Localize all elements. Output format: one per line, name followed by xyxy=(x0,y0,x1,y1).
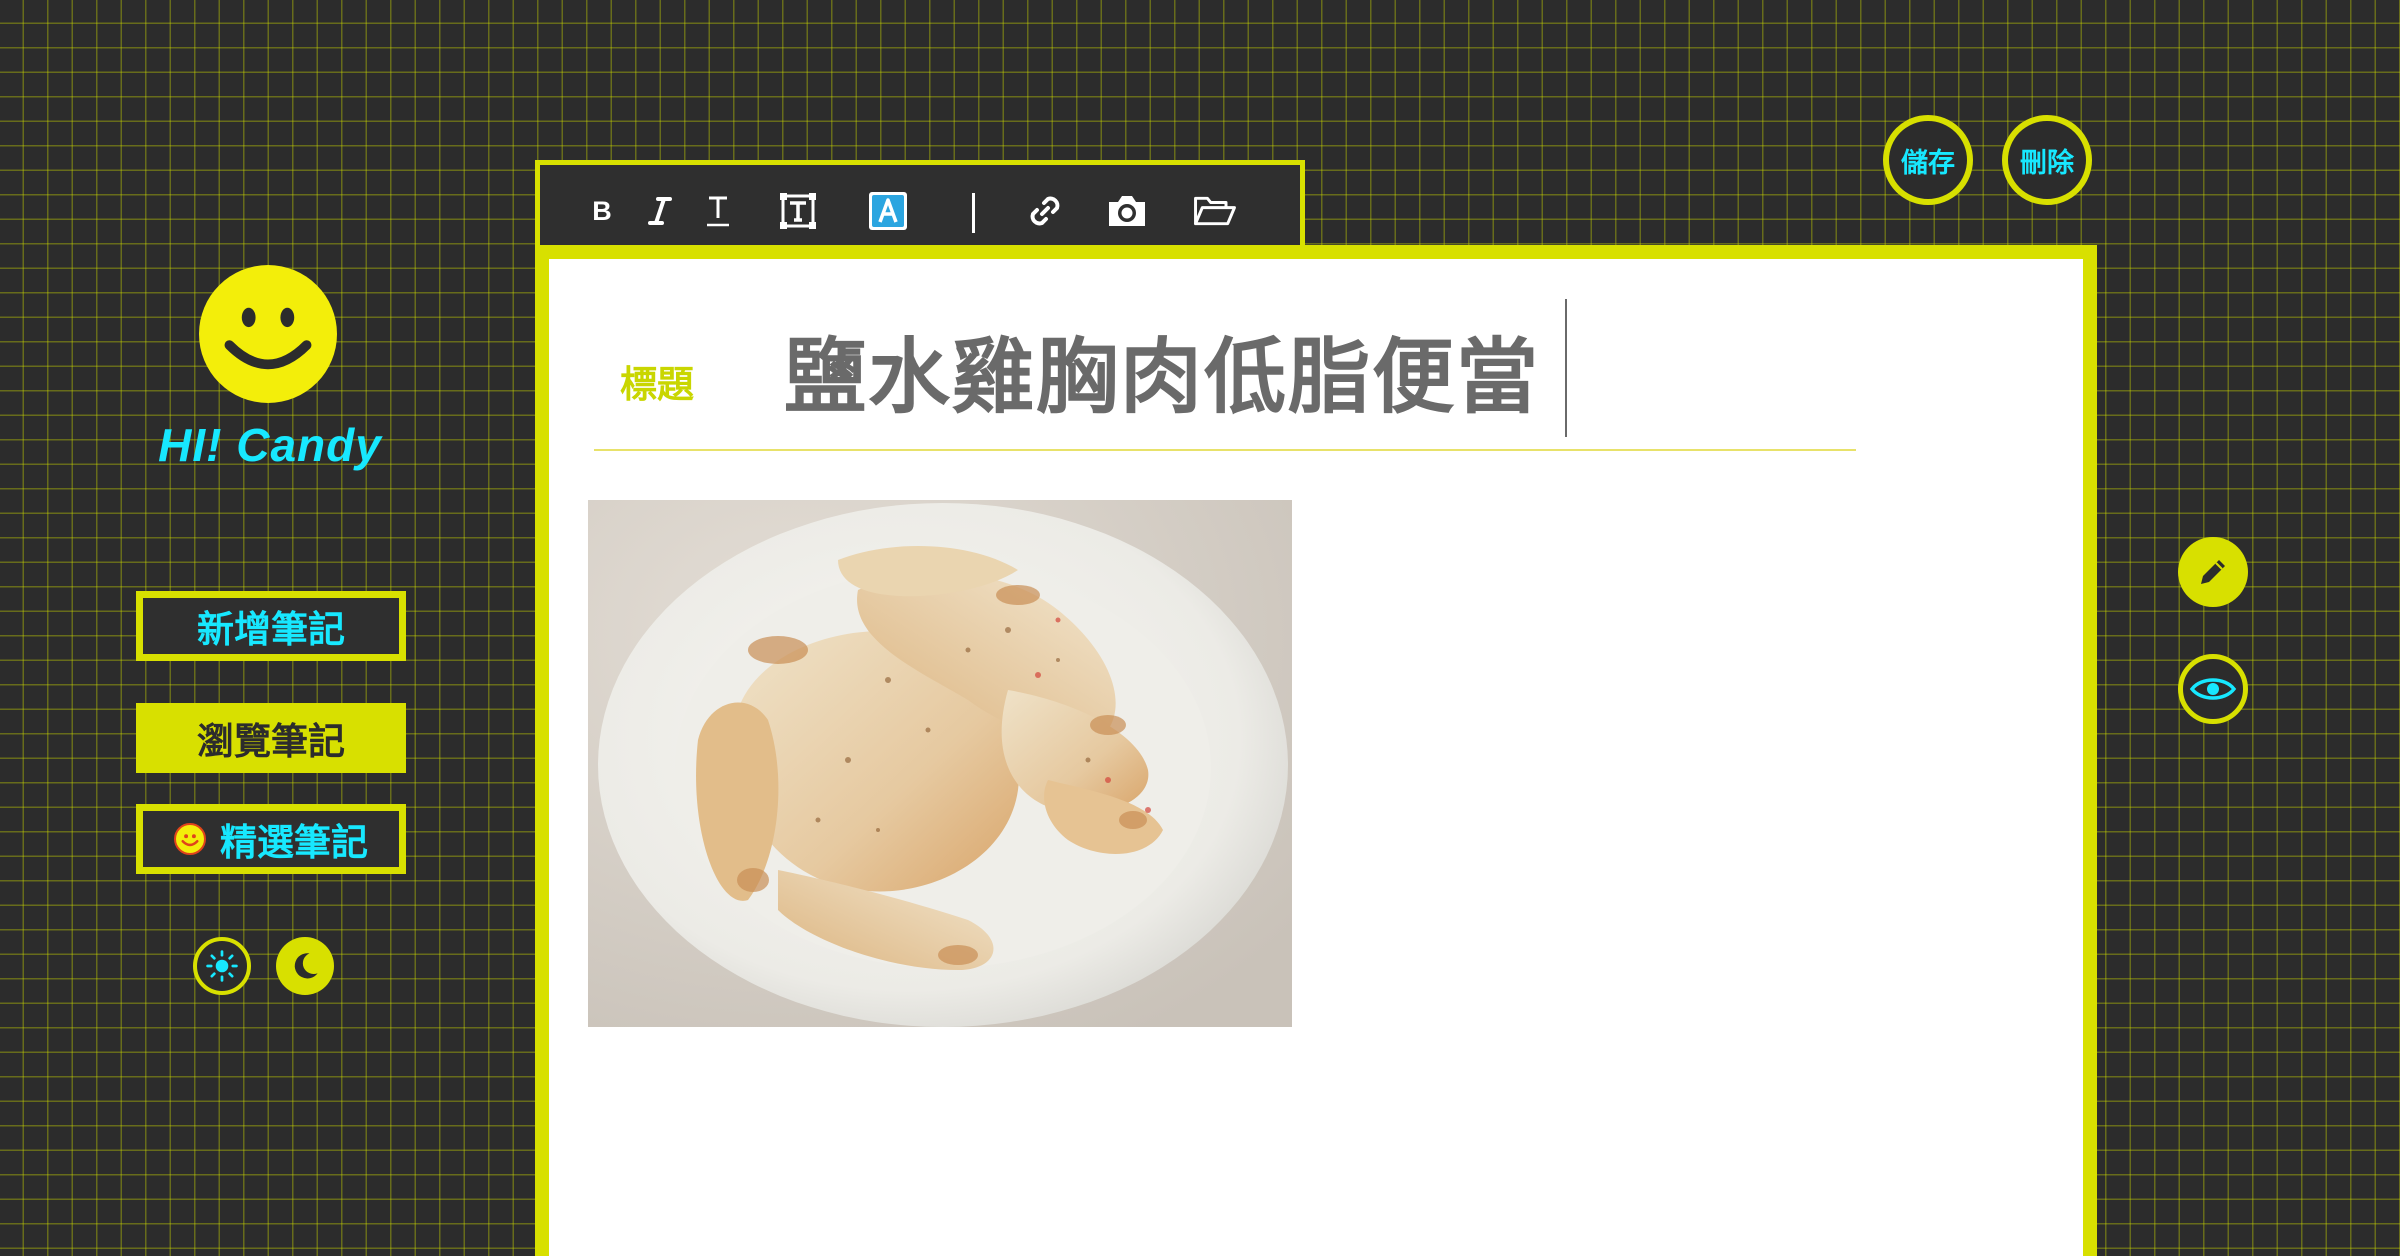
delete-label: 刪除 xyxy=(2020,147,2074,179)
folder-open-icon xyxy=(1194,196,1236,226)
sidebar-item-label: 新增筆記 xyxy=(197,608,345,651)
edit-mode-button[interactable] xyxy=(2178,537,2248,607)
note-title-input[interactable]: 鹽水雞胸肉低脂便當 xyxy=(784,304,1564,434)
note-editor: 標題 鹽水雞胸肉低脂便當 xyxy=(535,245,2097,1256)
sidebar-item-featured-notes[interactable]: 精選筆記 xyxy=(136,804,406,874)
text-style-button[interactable] xyxy=(696,189,740,233)
preview-mode-button[interactable] xyxy=(2178,654,2248,724)
sidebar-item-label: 瀏覽筆記 xyxy=(197,720,345,763)
italic-icon xyxy=(648,197,672,225)
text-color-button[interactable] xyxy=(866,189,910,233)
formatting-toolbar: B xyxy=(535,160,1305,252)
title-label: 標題 xyxy=(620,363,694,406)
smiley-icon xyxy=(174,823,206,855)
dark-theme-button[interactable] xyxy=(276,937,334,995)
text-color-icon xyxy=(869,192,907,230)
logo-smiley-icon xyxy=(199,265,337,403)
sun-icon xyxy=(206,950,238,982)
light-theme-button[interactable] xyxy=(193,937,251,995)
user-greeting: HI! Candy xyxy=(158,419,382,471)
italic-button[interactable] xyxy=(638,189,682,233)
note-photo[interactable] xyxy=(588,500,1292,1027)
text-icon xyxy=(707,196,729,227)
toolbar-divider xyxy=(972,193,975,233)
link-icon xyxy=(1030,196,1060,226)
insert-link-button[interactable] xyxy=(1023,189,1067,233)
textbox-button[interactable] xyxy=(776,189,820,233)
open-file-button[interactable] xyxy=(1193,189,1237,233)
delete-button[interactable]: 刪除 xyxy=(2002,115,2092,205)
save-label: 儲存 xyxy=(1901,147,1955,179)
sidebar-item-new-note[interactable]: 新增筆記 xyxy=(136,591,406,661)
eye-icon xyxy=(2189,678,2237,700)
title-divider xyxy=(594,449,1856,451)
pencil-icon xyxy=(2201,560,2225,584)
sidebar-item-browse-notes[interactable]: 瀏覽筆記 xyxy=(136,703,406,773)
bold-icon: B xyxy=(592,195,612,226)
save-button[interactable]: 儲存 xyxy=(1883,115,1973,205)
sidebar-item-label: 精選筆記 xyxy=(220,821,368,864)
insert-photo-button[interactable] xyxy=(1105,189,1149,233)
text-cursor xyxy=(1565,299,1567,437)
bold-button[interactable]: B xyxy=(580,189,624,233)
moon-icon xyxy=(294,953,318,979)
textbox-icon xyxy=(780,193,816,229)
camera-icon xyxy=(1109,196,1145,226)
